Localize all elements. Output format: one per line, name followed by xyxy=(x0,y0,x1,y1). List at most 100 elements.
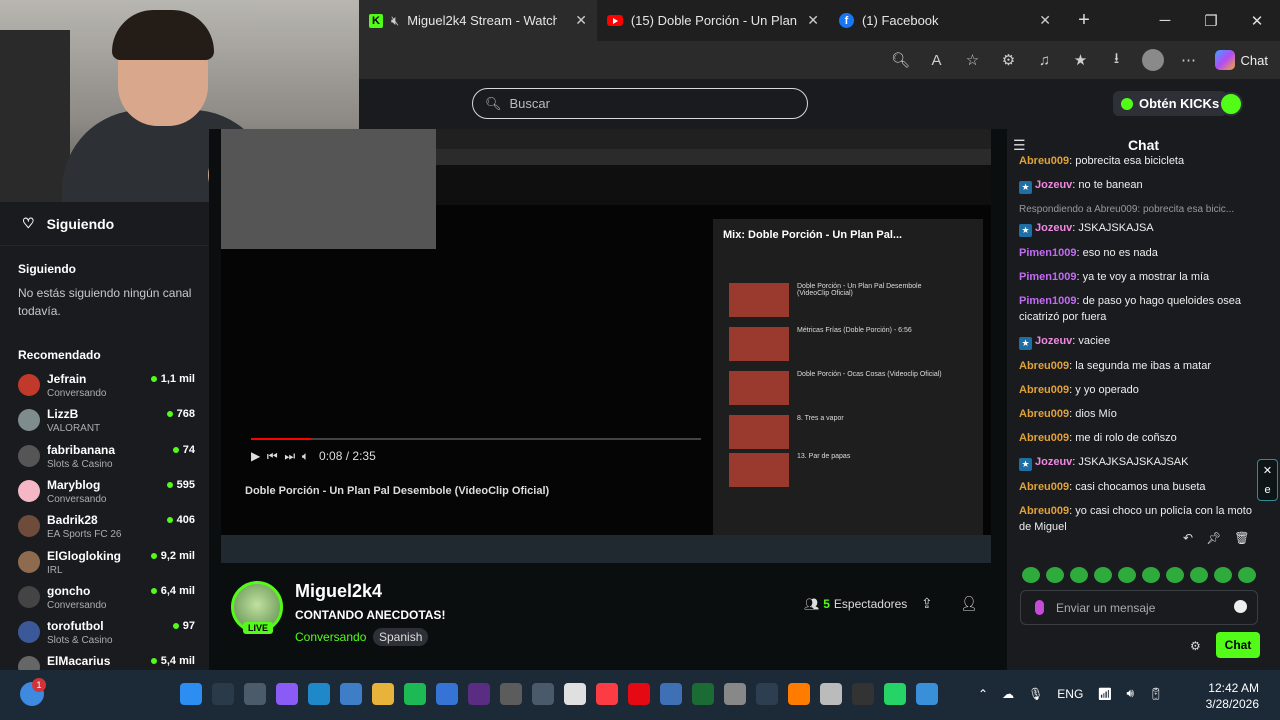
netflix-icon[interactable] xyxy=(628,683,650,705)
chat-username[interactable]: Abreu009 xyxy=(1019,505,1069,517)
emote[interactable] xyxy=(1070,567,1088,583)
close-window-button[interactable]: ✕ xyxy=(1234,0,1280,41)
emote[interactable] xyxy=(1046,567,1064,583)
app-icon[interactable] xyxy=(564,683,586,705)
chat-username[interactable]: Abreu009 xyxy=(1019,432,1069,444)
app-icon[interactable] xyxy=(820,683,842,705)
chat-username[interactable]: Abreu009 xyxy=(1019,155,1069,167)
emoji-icon[interactable] xyxy=(1234,600,1247,613)
favorite-star-icon[interactable]: ☆ xyxy=(957,45,989,75)
favorites-icon[interactable]: ★ xyxy=(1065,45,1097,75)
chat-message[interactable]: Respondiendo a Abreu009: pobrecita esa b… xyxy=(1019,202,1259,237)
photoshop-icon[interactable] xyxy=(756,683,778,705)
chat-message[interactable]: Abreu009: dios Mío xyxy=(1019,406,1259,422)
file-explorer-icon[interactable] xyxy=(372,683,394,705)
chat-message-input[interactable]: Enviar un mensaje xyxy=(1020,590,1258,625)
recommended-channel[interactable]: fabribanana Slots & Casino 74 xyxy=(18,443,198,478)
chat-message[interactable]: Abreu009: y yo operado xyxy=(1019,382,1259,398)
extensions-icon[interactable]: ⚙ xyxy=(993,45,1025,75)
edge-icon[interactable] xyxy=(308,683,330,705)
chat-username[interactable]: Pimen1009 xyxy=(1019,271,1076,283)
chat-username[interactable]: Pimen1009 xyxy=(1019,295,1076,307)
chat-message[interactable]: Abreu009: me di rolo de coñszo xyxy=(1019,430,1259,446)
store-icon[interactable] xyxy=(340,683,362,705)
get-kicks-button[interactable]: Obtén KICKs xyxy=(1113,91,1228,116)
chat-username[interactable]: Abreu009 xyxy=(1019,481,1069,493)
language-tag[interactable]: Spanish xyxy=(373,628,429,646)
chat-message[interactable]: Abreu009: la segunda me ibas a matar xyxy=(1019,358,1259,374)
chat-messages[interactable]: Abreu009: pobrecita esa bicicleta ★ Jozeuv… xyxy=(1019,153,1259,553)
volume-icon[interactable]: 🔊︎ xyxy=(1127,686,1135,701)
app-icon[interactable] xyxy=(660,683,682,705)
user-avatar[interactable] xyxy=(1219,92,1243,116)
app-icon[interactable] xyxy=(724,683,746,705)
restore-button[interactable]: ❐ xyxy=(1188,0,1234,41)
search-input[interactable]: 🔍︎ Buscar xyxy=(472,88,808,119)
chat-username[interactable]: Jozeuv xyxy=(1035,335,1072,347)
recommended-channel[interactable]: ElGlogloking IRL 9,2 mil xyxy=(18,549,198,584)
chat-send-button[interactable]: Chat xyxy=(1216,632,1260,658)
recommended-channel[interactable]: Jefrain Conversando 1,1 mil xyxy=(18,372,198,407)
obs-icon[interactable] xyxy=(852,683,874,705)
sidebar-following-tab[interactable]: ♡ Siguiendo xyxy=(0,202,209,246)
chat-username[interactable]: Jozeuv xyxy=(1035,456,1072,468)
close-icon[interactable]: ✕ xyxy=(1039,12,1051,29)
security-icon[interactable] xyxy=(436,683,458,705)
chat-username[interactable]: Jozeuv xyxy=(1035,179,1072,191)
pin-icon[interactable]: 📌︎ xyxy=(1206,531,1221,545)
stream-category[interactable]: Conversando xyxy=(295,630,366,644)
mute-icon[interactable]: 🔇︎ xyxy=(391,13,399,29)
battery-icon[interactable]: 🔋︎ xyxy=(1148,687,1163,701)
emote[interactable] xyxy=(1142,567,1160,583)
search-icon[interactable] xyxy=(212,683,234,705)
channel-name[interactable]: Miguel2k4 xyxy=(295,581,382,602)
chat-message[interactable]: Pimen1009: ya te voy a mostrar la mía xyxy=(1019,269,1259,285)
chat-settings-icon[interactable]: ⚙ xyxy=(1190,639,1201,653)
app-icon[interactable] xyxy=(916,683,938,705)
microphone-icon[interactable]: 🎙︎ xyxy=(1028,687,1043,701)
tab-youtube[interactable]: (15) Doble Porción - Un Plan Pal Desembo… xyxy=(597,0,829,41)
zoom-icon[interactable]: 🔍︎ xyxy=(885,45,917,75)
profile-icon[interactable] xyxy=(1137,45,1169,75)
close-icon[interactable]: ✕ xyxy=(1263,464,1272,477)
reply-icon[interactable]: ↶ xyxy=(1183,531,1193,545)
emote[interactable] xyxy=(1214,567,1232,583)
chat-username[interactable]: Abreu009 xyxy=(1019,360,1069,372)
chat-message[interactable]: Abreu009: casi chocamos una buseta xyxy=(1019,479,1259,495)
task-view-icon[interactable] xyxy=(244,683,266,705)
system-clock[interactable]: 12:42 AM 3/28/2026 xyxy=(1181,680,1259,712)
edge-icon[interactable]: e xyxy=(1264,484,1270,496)
chat-username[interactable]: Abreu009 xyxy=(1019,384,1069,396)
app-icon[interactable] xyxy=(532,683,554,705)
emote[interactable] xyxy=(1094,567,1112,583)
emote[interactable] xyxy=(1190,567,1208,583)
emote[interactable] xyxy=(1022,567,1040,583)
chat-message[interactable]: ★ Jozeuv: JSKAJKSAJSKAJSAK xyxy=(1019,454,1259,471)
spotify-icon[interactable] xyxy=(404,683,426,705)
app-icon[interactable] xyxy=(500,683,522,705)
chat-message[interactable]: ★ Jozeuv: vaciee xyxy=(1019,333,1259,350)
tab-kick[interactable]: K 🔇︎ Miguel2k4 Stream - Watch Live ✕ xyxy=(359,0,597,41)
app-icon[interactable] xyxy=(692,683,714,705)
more-menu-icon[interactable]: ⋯ xyxy=(1173,45,1205,75)
media-icon[interactable]: ♫ xyxy=(1029,45,1061,75)
emote[interactable] xyxy=(1118,567,1136,583)
minimize-button[interactable]: ─ xyxy=(1142,0,1188,41)
cloud-icon[interactable]: ☁ xyxy=(1002,687,1014,701)
recommended-channel[interactable]: goncho Conversando 6,4 mil xyxy=(18,584,198,619)
recommended-channel[interactable]: LizzB VALORANT 768 xyxy=(18,407,198,442)
tab-facebook[interactable]: f (1) Facebook ✕ xyxy=(829,0,1061,41)
chat-username[interactable]: Jozeuv xyxy=(1035,222,1072,234)
delete-icon[interactable]: 🗑︎ xyxy=(1234,531,1249,545)
side-popup[interactable]: ✕ e xyxy=(1257,459,1278,501)
chat-message[interactable]: Pimen1009: de paso yo hago queloides ose… xyxy=(1019,293,1259,325)
recommended-channel[interactable]: Maryblog Conversando 595 xyxy=(18,478,198,513)
recommended-channel[interactable]: Badrik28 EA Sports FC 26 406 xyxy=(18,513,198,548)
app-icon[interactable] xyxy=(468,683,490,705)
downloads-icon[interactable]: ⭳ xyxy=(1101,45,1133,75)
illustrator-icon[interactable] xyxy=(788,683,810,705)
emote[interactable] xyxy=(1238,567,1256,583)
music-icon[interactable] xyxy=(596,683,618,705)
close-icon[interactable]: ✕ xyxy=(807,12,819,29)
chat-username[interactable]: Abreu009 xyxy=(1019,408,1069,420)
